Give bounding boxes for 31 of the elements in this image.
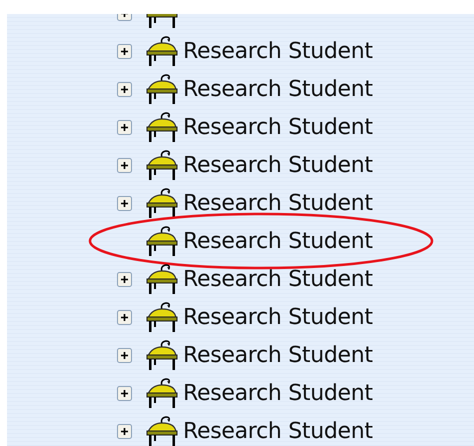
tree-item-label[interactable]: Research Student bbox=[183, 380, 373, 406]
tree-item-label[interactable]: Research Student bbox=[183, 76, 373, 102]
desk-icon bbox=[145, 111, 179, 143]
desk-icon bbox=[145, 225, 179, 257]
desk-icon bbox=[145, 187, 179, 219]
tree-item-label[interactable]: Research Student bbox=[183, 38, 373, 64]
tree-item-label[interactable]: Research Student bbox=[183, 418, 373, 444]
desk-icon bbox=[145, 301, 179, 333]
desk-icon bbox=[145, 339, 179, 371]
expand-icon[interactable] bbox=[117, 424, 132, 438]
desk-icon bbox=[145, 263, 179, 295]
expand-icon[interactable] bbox=[117, 310, 132, 324]
tree-item-label[interactable]: Research Student bbox=[183, 114, 373, 140]
expand-icon[interactable] bbox=[117, 272, 132, 286]
desk-icon bbox=[145, 149, 179, 181]
expand-icon[interactable] bbox=[117, 120, 132, 134]
desk-icon bbox=[145, 377, 179, 409]
expand-icon[interactable] bbox=[117, 158, 132, 172]
desk-icon bbox=[145, 415, 179, 446]
tree-item-label[interactable]: Research Student bbox=[183, 152, 373, 178]
tree-item-label[interactable]: Research Student bbox=[183, 266, 373, 292]
expand-icon[interactable] bbox=[117, 44, 132, 58]
expand-icon[interactable] bbox=[117, 386, 132, 400]
desk-icon bbox=[145, 35, 179, 67]
expand-icon[interactable] bbox=[117, 196, 132, 210]
tree-item-label[interactable]: Research Student bbox=[183, 304, 373, 330]
expand-icon[interactable] bbox=[117, 348, 132, 362]
tree-item-label[interactable]: Research Student bbox=[183, 190, 373, 216]
tree-item-label[interactable]: Research Student bbox=[183, 342, 373, 368]
desk-icon bbox=[145, 73, 179, 105]
expand-icon[interactable] bbox=[117, 82, 132, 96]
